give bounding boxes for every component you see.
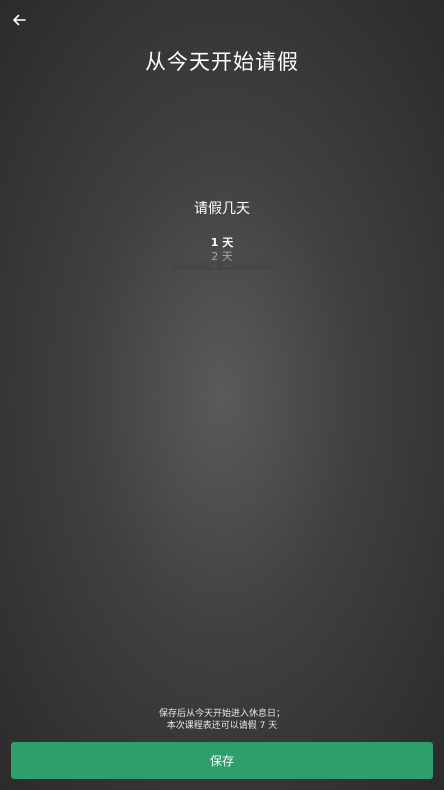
save-hint: 保存后从今天开始进入休息日； 本次课程表还可以请假 7 天 [0,708,444,732]
page-title: 从今天开始请假 [145,50,299,74]
arrow-left-icon [12,12,26,31]
days-picker[interactable]: 1 天 2 天 3 天 [172,236,272,270]
save-button[interactable]: 保存 [11,742,433,779]
picker-option[interactable]: 2 天 [172,250,272,264]
hint-line-1: 保存后从今天开始进入休息日； [158,709,285,719]
hint-line-2: 本次课程表还可以请假 7 天 [166,721,278,731]
leave-days-label: 请假几天 [194,201,250,217]
picker-option[interactable]: 3 天 [172,264,272,270]
back-button[interactable] [6,8,32,34]
picker-option-selected[interactable]: 1 天 [172,236,272,250]
